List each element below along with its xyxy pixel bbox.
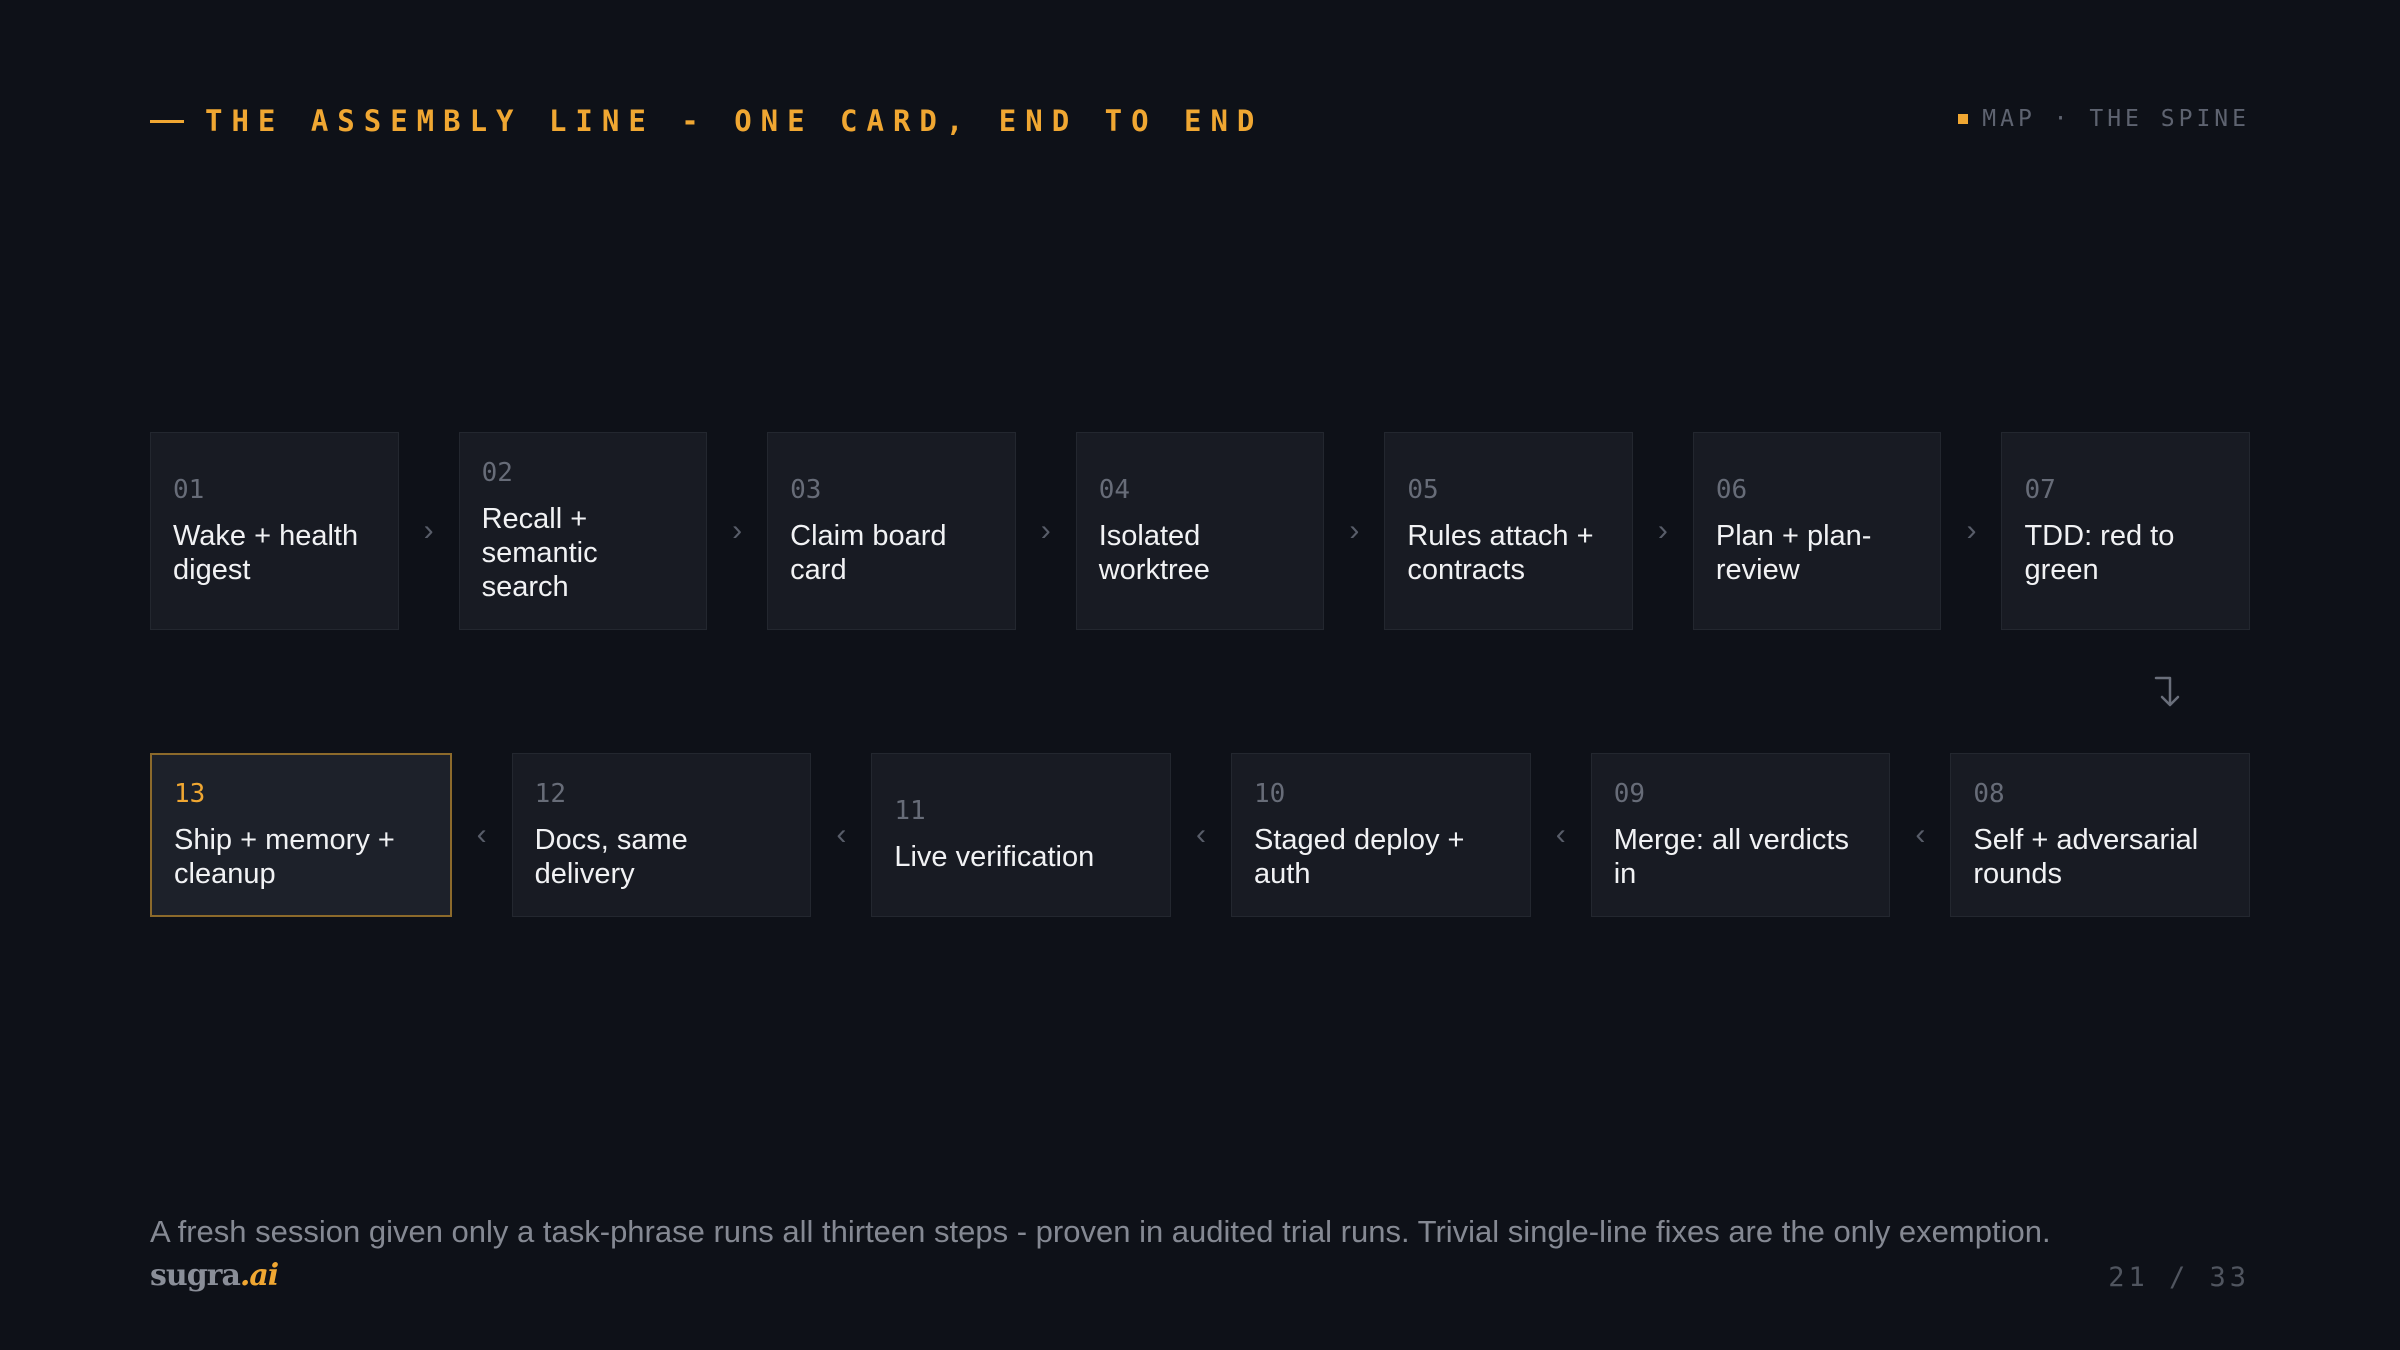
chevron-right-icon: ›	[1966, 514, 1977, 547]
step-label: Ship + memory + cleanup	[174, 824, 395, 890]
turn-down-arrow-icon	[2154, 676, 2180, 707]
step-number: 07	[2024, 475, 2056, 505]
section-tag: MAP · THE SPINE	[1958, 106, 2250, 132]
step-label: Staged deploy + auth	[1254, 824, 1465, 890]
chevron-left-icon: ‹	[476, 818, 487, 851]
step-number: 03	[790, 475, 822, 505]
tag-label: MAP · THE SPINE	[1982, 106, 2250, 132]
step-card-09: 09 Merge: all verdicts in	[1590, 753, 1891, 917]
brand-logo: sugra.ai	[150, 1258, 279, 1293]
chevron-right-icon: ›	[1349, 514, 1360, 547]
slide-title: THE ASSEMBLY LINE - ONE CARD, END TO END	[205, 104, 1264, 138]
step-label: TDD: red to green	[2024, 520, 2175, 586]
step-label: Rules attach + contracts	[1407, 520, 1594, 586]
chevron-right-icon: ›	[1040, 514, 1051, 547]
chevron-left-icon: ‹	[1196, 818, 1207, 851]
step-label: Self + adversarial rounds	[1973, 824, 2199, 890]
step-number: 08	[1973, 779, 2005, 809]
step-label: Live verification	[894, 841, 1095, 873]
step-card-11: 11 Live verification	[871, 753, 1172, 917]
step-number: 13	[174, 779, 206, 809]
step-number: 10	[1254, 779, 1286, 809]
step-card-13: 13 Ship + memory + cleanup	[150, 753, 452, 917]
step-label: Claim board card	[790, 520, 947, 586]
step-number: 05	[1407, 475, 1439, 505]
tag-square-icon	[1958, 114, 1969, 124]
step-label: Docs, same delivery	[534, 824, 688, 890]
section-eyebrow: THE ASSEMBLY LINE - ONE CARD, END TO END	[150, 104, 1263, 138]
chevron-right-icon: ›	[1657, 514, 1668, 547]
chevron-left-icon: ‹	[1915, 818, 1926, 851]
step-label: Isolated worktree	[1098, 520, 1210, 586]
step-number: 04	[1098, 475, 1131, 505]
step-card-08: 08 Self + adversarial rounds	[1950, 753, 2251, 917]
step-number: 12	[534, 779, 566, 809]
step-label: Merge: all verdicts in	[1613, 824, 1849, 890]
chevron-left-icon: ‹	[1555, 818, 1566, 851]
chevron-right-icon: ›	[732, 514, 743, 547]
step-card-07: 07 TDD: red to green	[2001, 432, 2251, 630]
step-number: 11	[894, 796, 926, 826]
step-card-02: 02 Recall + semantic search	[458, 432, 708, 630]
step-label: Wake + health digest	[173, 520, 359, 586]
eyebrow-dash	[150, 119, 184, 123]
footer-caption: A fresh session given only a task-phrase…	[150, 1214, 2051, 1249]
steps-row-2: 13 Ship + memory + cleanup ‹ 12 Docs, sa…	[150, 753, 2251, 917]
step-card-12: 12 Docs, same delivery	[511, 753, 812, 917]
steps-row-1: 01 Wake + health digest › 02 Recall + se…	[150, 432, 2251, 630]
step-card-01: 01 Wake + health digest	[150, 432, 399, 630]
step-label: Plan + plan-review	[1715, 520, 1872, 586]
step-card-05: 05 Rules attach + contracts	[1384, 432, 1633, 630]
page-counter: 21 / 33	[2108, 1262, 2250, 1293]
brand-name: sugra	[150, 1258, 241, 1293]
brand-suffix: .ai	[239, 1258, 279, 1293]
chevron-right-icon: ›	[423, 514, 434, 547]
step-number: 02	[481, 458, 513, 488]
step-card-03: 03 Claim board card	[767, 432, 1016, 630]
step-card-10: 10 Staged deploy + auth	[1231, 753, 1531, 917]
step-label: Recall + semantic search	[481, 503, 598, 603]
step-card-04: 04 Isolated worktree	[1075, 432, 1325, 630]
step-card-06: 06 Plan + plan-review	[1692, 432, 1942, 630]
step-number: 06	[1715, 475, 1748, 505]
step-number: 01	[173, 475, 205, 505]
step-number: 09	[1613, 779, 1645, 809]
chevron-left-icon: ‹	[836, 818, 847, 851]
